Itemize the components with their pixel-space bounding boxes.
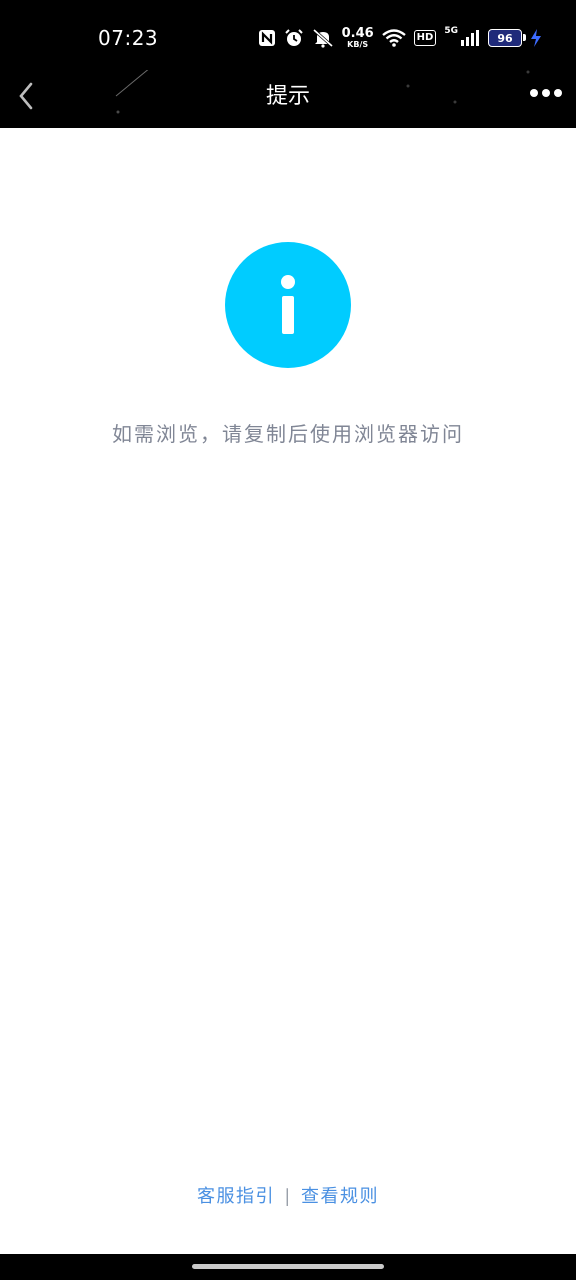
more-button[interactable] bbox=[526, 78, 566, 108]
hd-badge: HD bbox=[413, 30, 437, 46]
view-rules-link[interactable]: 查看规则 bbox=[301, 1186, 379, 1207]
net-speed-value: 0.46 bbox=[341, 26, 374, 41]
signal-label: 5G bbox=[444, 26, 458, 36]
page-title: 提示 bbox=[265, 84, 310, 109]
mute-icon bbox=[312, 28, 334, 48]
net-speed: 0.46 KB/S bbox=[342, 27, 374, 49]
net-speed-unit: KB/S bbox=[347, 40, 369, 49]
gesture-area bbox=[0, 1254, 576, 1280]
status-icons: 0.46 KB/S HD 5G 96 bbox=[258, 24, 542, 52]
home-gesture-handle[interactable] bbox=[192, 1264, 384, 1269]
screen: 07:23 0.46 KB/S HD 5G 96 提示 如需浏览，请复制后使用浏… bbox=[0, 0, 576, 1280]
info-icon bbox=[225, 242, 351, 368]
customer-service-link[interactable]: 客服指引 bbox=[197, 1186, 275, 1207]
status-time: 07:23 bbox=[98, 26, 159, 50]
alarm-icon bbox=[284, 28, 304, 48]
info-message: 如需浏览，请复制后使用浏览器访问 bbox=[112, 422, 464, 446]
charging-icon bbox=[530, 28, 542, 48]
status-bar: 07:23 0.46 KB/S HD 5G 96 bbox=[0, 0, 576, 70]
signal-icon bbox=[460, 29, 480, 47]
wifi-icon bbox=[381, 29, 406, 47]
battery-level: 96 bbox=[497, 31, 513, 45]
nfc-icon bbox=[258, 29, 276, 47]
footer-separator: | bbox=[284, 1186, 292, 1207]
battery-indicator: 96 bbox=[488, 29, 526, 47]
more-dots-icon bbox=[530, 89, 562, 97]
nav-bar: 提示 bbox=[0, 70, 576, 128]
footer-links: 客服指引 | 查看规则 bbox=[0, 1182, 576, 1208]
